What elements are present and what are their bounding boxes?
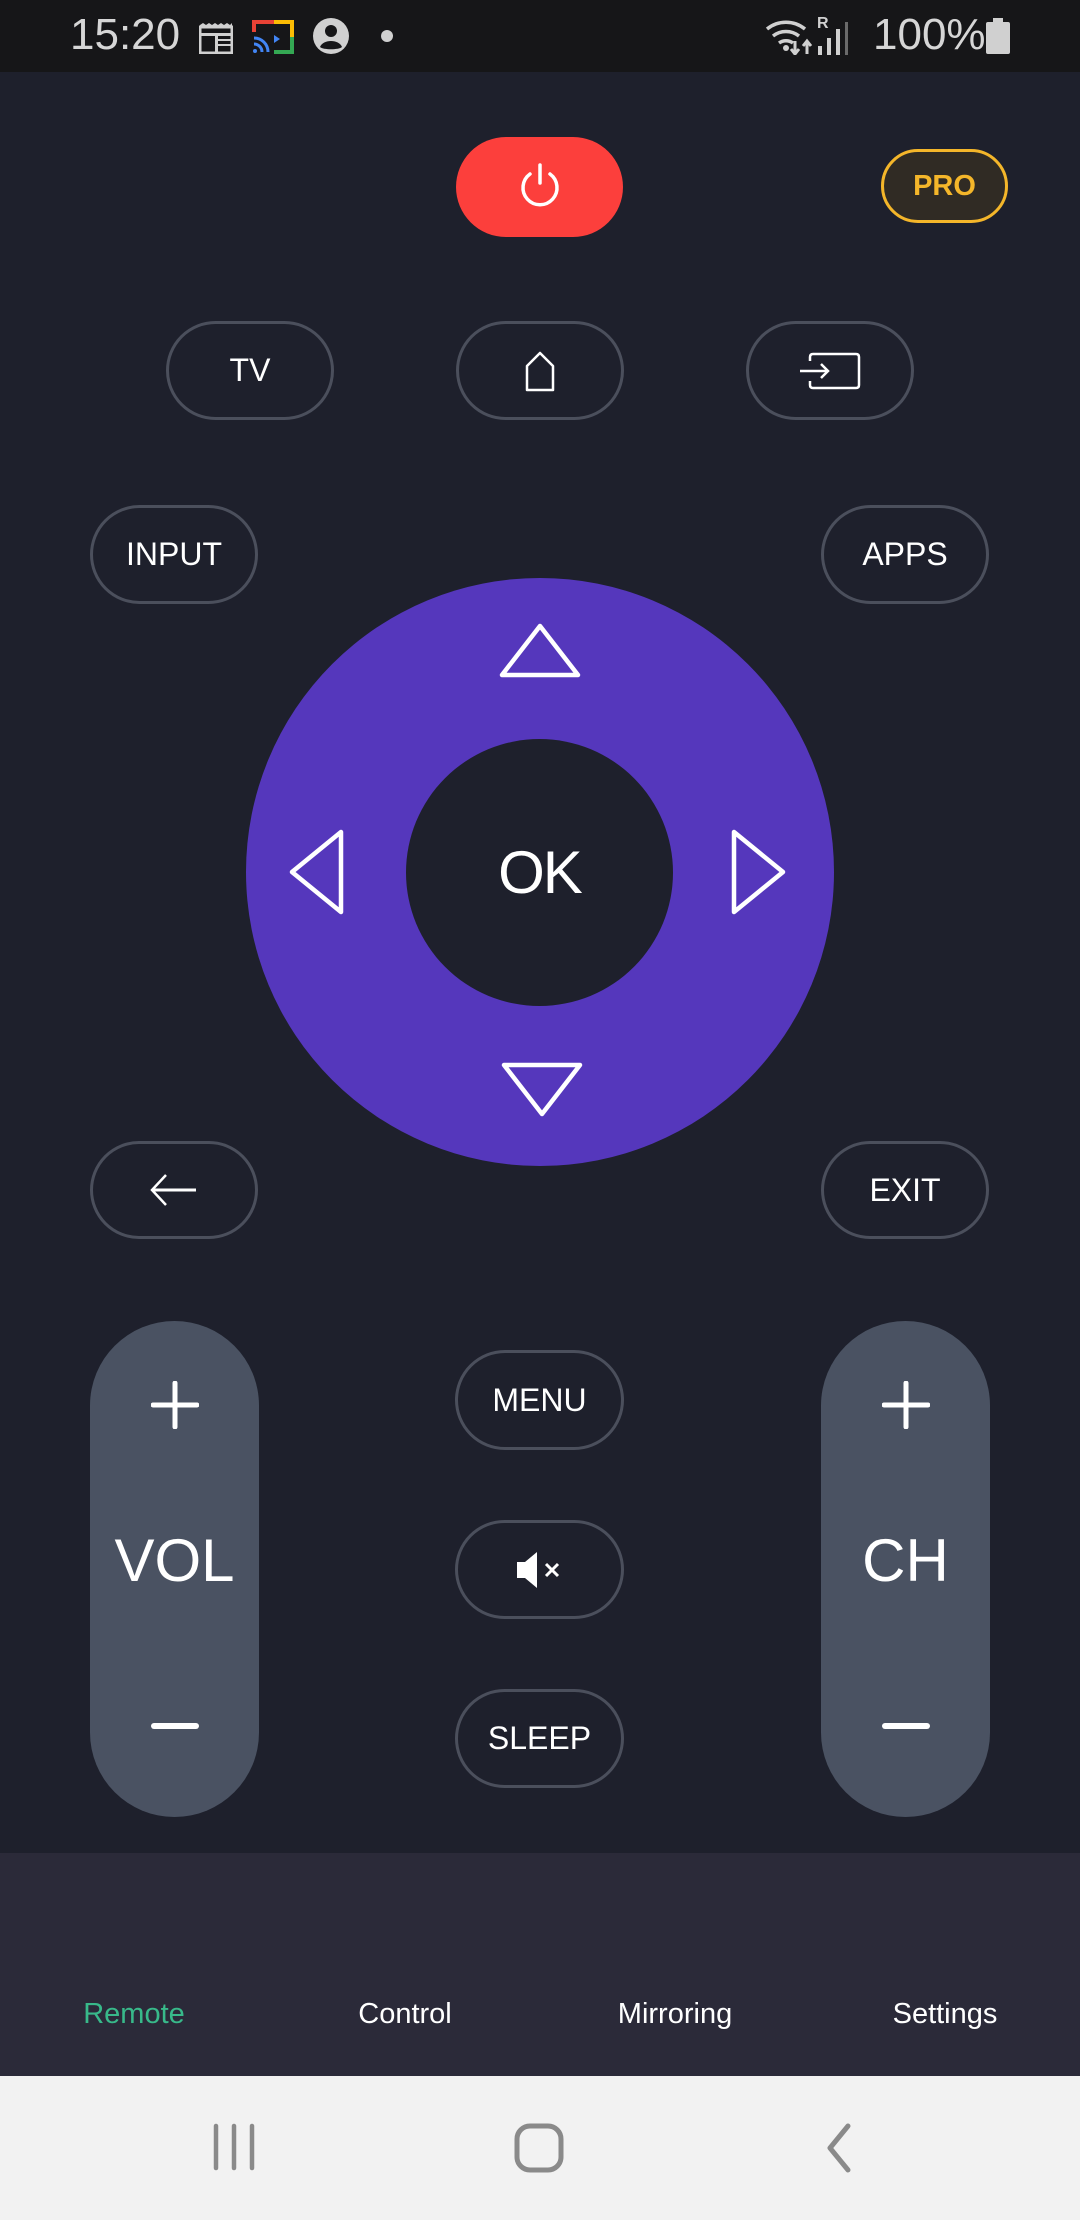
volume-down-button[interactable]	[150, 1721, 199, 1731]
volume-up-button[interactable]	[150, 1381, 199, 1429]
battery-percent: 100%	[873, 10, 986, 59]
power-icon	[520, 163, 559, 207]
tab-control[interactable]: Control	[358, 1998, 452, 2031]
sleep-label: SLEEP	[487, 1720, 592, 1756]
bottom-tab-bar: Remote Control Mirroring Settings	[0, 1853, 1080, 2076]
status-bar: 15:20 R 100%	[0, 0, 1080, 72]
exit-label: EXIT	[869, 1171, 941, 1208]
menu-label: MENU	[492, 1381, 587, 1418]
volume-rocker: VOL	[90, 1321, 259, 1817]
nav-back-icon[interactable]	[822, 2122, 856, 2174]
pro-upgrade-button[interactable]: PRO	[881, 149, 1008, 223]
ok-button[interactable]: OK	[406, 739, 673, 1006]
tv-label: TV	[229, 352, 271, 388]
input-button[interactable]: INPUT	[90, 505, 258, 604]
nav-home-icon[interactable]	[513, 2122, 567, 2174]
dpad-down-button[interactable]	[497, 1060, 587, 1120]
exit-button[interactable]: EXIT	[821, 1141, 989, 1239]
home-icon	[525, 351, 555, 391]
tab-mirroring[interactable]: Mirroring	[618, 1998, 732, 2031]
channel-label: CH	[862, 1527, 949, 1594]
input-source-button[interactable]	[746, 321, 914, 420]
mute-button[interactable]	[455, 1520, 624, 1619]
tv-button[interactable]: TV	[166, 321, 334, 420]
channel-up-button[interactable]	[881, 1381, 930, 1429]
input-source-icon	[800, 352, 861, 389]
channel-down-button[interactable]	[881, 1721, 930, 1731]
status-time: 15:20	[70, 10, 181, 59]
cast-icon	[252, 20, 294, 54]
signal-roaming-icon	[818, 22, 848, 55]
dpad-up-button[interactable]	[495, 620, 585, 680]
tab-settings[interactable]: Settings	[893, 1998, 998, 2031]
wifi-data-icon	[765, 20, 813, 55]
dpad-left-button[interactable]	[286, 827, 348, 917]
apps-button[interactable]: APPS	[821, 505, 989, 604]
system-nav-bar	[0, 2076, 1080, 2220]
back-button[interactable]	[90, 1141, 258, 1239]
mute-icon	[516, 1551, 559, 1588]
input-label: INPUT	[126, 536, 222, 572]
dpad-right-button[interactable]	[727, 827, 789, 917]
volume-label: VOL	[114, 1527, 235, 1594]
calendar-news-icon	[199, 23, 233, 54]
back-arrow-icon	[150, 1174, 196, 1206]
home-button[interactable]	[456, 321, 624, 420]
tab-remote[interactable]: Remote	[83, 1998, 185, 2031]
sleep-button[interactable]: SLEEP	[455, 1689, 624, 1788]
channel-rocker: CH	[821, 1321, 990, 1817]
apps-label: APPS	[862, 536, 948, 572]
dot-icon	[381, 30, 393, 42]
battery-icon	[986, 18, 1010, 54]
account-icon	[313, 18, 349, 54]
power-button[interactable]	[456, 137, 623, 237]
recent-apps-icon[interactable]	[210, 2122, 258, 2172]
menu-button[interactable]: MENU	[455, 1350, 624, 1450]
